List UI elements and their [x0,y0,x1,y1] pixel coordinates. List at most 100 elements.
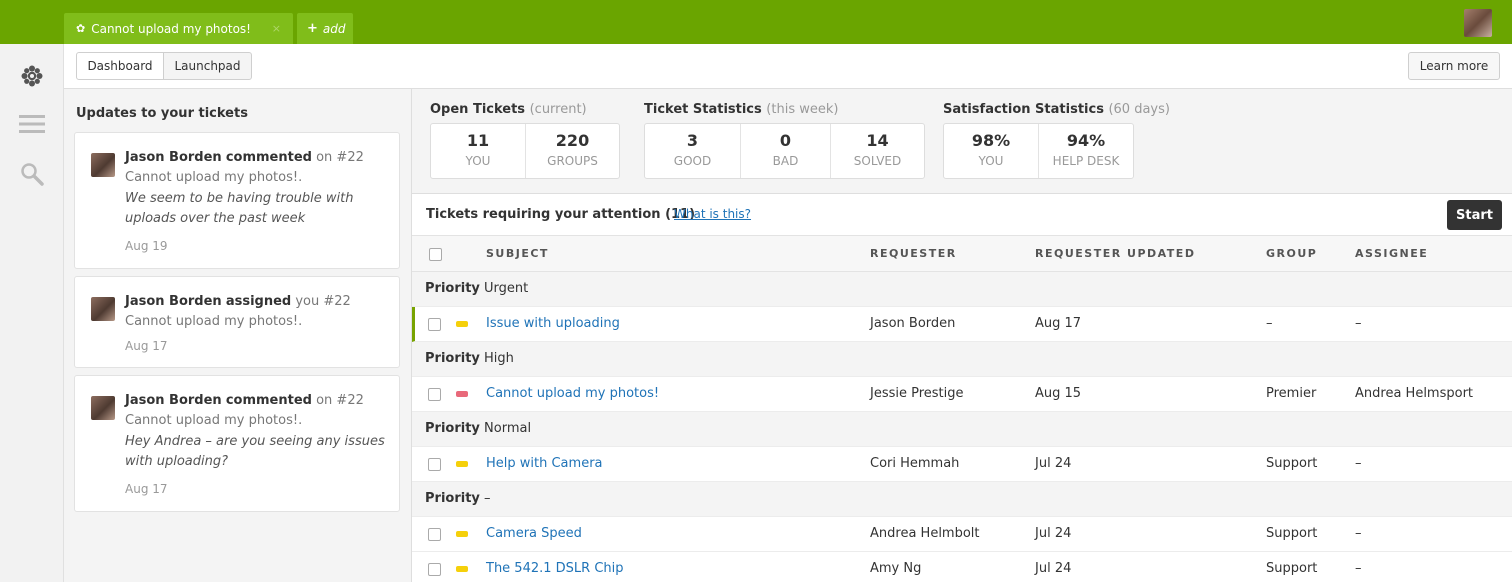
ticket-group: – [1266,316,1273,331]
stat-groups[interactable]: 220 GROUPS [525,124,619,178]
update-card[interactable]: Jason Borden commented on #22 Cannot upl… [74,375,400,512]
statistics-bar: Open Tickets (current) 11 YOU 220 GROUPS… [412,89,1512,194]
row-checkbox[interactable] [428,528,441,541]
column-group[interactable]: GROUP [1266,247,1317,260]
stat-satisfaction-helpdesk[interactable]: 94% HELP DESK [1038,124,1133,178]
dashboard-tab[interactable]: Dashboard [76,52,164,80]
ticket-assignee: – [1355,456,1362,471]
start-button[interactable]: Start [1447,200,1502,230]
add-tab-button[interactable]: + add [297,13,353,44]
priority-indicator-icon [456,566,468,572]
priority-indicator-icon [456,321,468,327]
update-date: Aug 17 [125,482,168,496]
gear-icon: ✿ [76,22,86,35]
update-date: Aug 17 [125,339,168,353]
update-quote: We seem to be having trouble with upload… [125,191,354,226]
stat-bad[interactable]: 0 BAD [740,124,830,178]
ticket-requester-updated: Jul 24 [1035,526,1072,541]
attention-bar: Tickets requiring your attention (11) Wh… [412,194,1512,236]
priority-indicator-icon [456,531,468,537]
ticket-requester: Andrea Helmbolt [870,526,980,541]
priority-group-row: Priority Normal [412,412,1512,447]
update-card[interactable]: Jason Borden assigned you #22 Cannot upl… [74,276,400,368]
ticket-subject-link[interactable]: Cannot upload my photos! [486,386,659,401]
menu-icon[interactable] [18,110,46,138]
update-quote: Hey Andrea – are you seeing any issues w… [125,434,385,469]
close-icon[interactable]: × [272,22,281,35]
launchpad-tab[interactable]: Launchpad [163,52,252,80]
update-date: Aug 19 [125,239,168,253]
table-row[interactable]: Camera Speed Andrea Helmbolt Jul 24 Support… [412,517,1512,552]
learn-more-button[interactable]: Learn more [1408,52,1500,80]
ticket-subject-link[interactable]: Help with Camera [486,456,603,471]
priority-indicator-icon [456,391,468,397]
update-text: Jason Borden commented on #22 Cannot upl… [125,393,364,428]
row-checkbox[interactable] [428,318,441,331]
satisfaction-statistics-box: 98% YOU 94% HELP DESK [943,123,1134,179]
open-tickets-box: 11 YOU 220 GROUPS [430,123,620,179]
ticket-group: Support [1266,456,1318,471]
ticket-statistics-title: Ticket Statistics (this week) [644,102,839,117]
updates-panel: Dashboard Launchpad Updates to your tick… [64,44,412,582]
updates-title: Updates to your tickets [76,106,248,121]
ticket-statistics-box: 3 GOOD 0 BAD 14 SOLVED [644,123,925,179]
column-requester[interactable]: REQUESTER [870,247,957,260]
search-icon[interactable] [18,160,46,188]
avatar [91,153,115,177]
update-text: Jason Borden commented on #22 Cannot upl… [125,150,364,185]
stat-satisfaction-you[interactable]: 98% YOU [944,124,1038,178]
column-subject[interactable]: SUBJECT [486,247,549,260]
row-checkbox[interactable] [428,458,441,471]
priority-group-label: Priority High [425,351,514,366]
column-assignee[interactable]: ASSIGNEE [1355,247,1428,260]
ticket-assignee: – [1355,561,1362,576]
row-checkbox[interactable] [428,388,441,401]
table-row[interactable]: Cannot upload my photos! Jessie Prestige A… [412,377,1512,412]
ticket-assignee: – [1355,316,1362,331]
priority-group-row: Priority – [412,482,1512,517]
main-header: Learn more [412,44,1512,89]
sub-navigation: Dashboard Launchpad [64,44,412,89]
table-row[interactable]: The 542.1 DSLR Chip Amy Ng Jul 24 Support – [412,552,1512,582]
stat-good[interactable]: 3 GOOD [645,124,740,178]
zendesk-logo-icon[interactable] [18,62,46,90]
tab-ticket[interactable]: ✿ Cannot upload my photos! × [64,13,293,44]
icon-rail [0,44,64,582]
priority-group-row: Priority Urgent [412,272,1512,307]
main-panel: Learn more Open Tickets (current) 11 YOU… [412,44,1512,582]
ticket-requester-updated: Aug 17 [1035,316,1082,331]
ticket-requester: Amy Ng [870,561,922,576]
ticket-requester-updated: Jul 24 [1035,561,1072,576]
top-bar: ✿ Cannot upload my photos! × + add [0,0,1512,44]
ticket-group: Support [1266,526,1318,541]
ticket-subject-link[interactable]: The 542.1 DSLR Chip [486,561,624,576]
column-requester-updated[interactable]: REQUESTER UPDATED [1035,247,1195,260]
ticket-subject-link[interactable]: Issue with uploading [486,316,620,331]
avatar [91,297,115,321]
priority-group-label: Priority – [425,491,491,506]
tab-ticket-label: Cannot upload my photos! [91,21,251,36]
ticket-requester: Jessie Prestige [870,386,964,401]
ticket-assignee: – [1355,526,1362,541]
priority-indicator-icon [456,461,468,467]
ticket-requester-updated: Jul 24 [1035,456,1072,471]
table-header: SUBJECT REQUESTER REQUESTER UPDATED GROU… [412,236,1512,272]
ticket-subject-link[interactable]: Camera Speed [486,526,582,541]
user-avatar[interactable] [1464,9,1492,37]
priority-group-row: Priority High [412,342,1512,377]
priority-group-label: Priority Urgent [425,281,529,296]
stat-you[interactable]: 11 YOU [431,124,525,178]
stat-solved[interactable]: 14 SOLVED [830,124,924,178]
ticket-group: Support [1266,561,1318,576]
what-is-this-link[interactable]: What is this? [674,207,751,221]
table-row[interactable]: Help with Camera Cori Hemmah Jul 24 Support… [412,447,1512,482]
plus-icon: + [307,21,318,36]
select-all-checkbox[interactable] [429,248,442,261]
ticket-requester-updated: Aug 15 [1035,386,1082,401]
row-checkbox[interactable] [428,563,441,576]
ticket-group: Premier [1266,386,1317,401]
ticket-requester: Cori Hemmah [870,456,960,471]
update-card[interactable]: Jason Borden commented on #22 Cannot upl… [74,132,400,269]
table-row[interactable]: Issue with uploading Jason Borden Aug 17 – – [412,307,1512,342]
priority-group-label: Priority Normal [425,421,532,436]
